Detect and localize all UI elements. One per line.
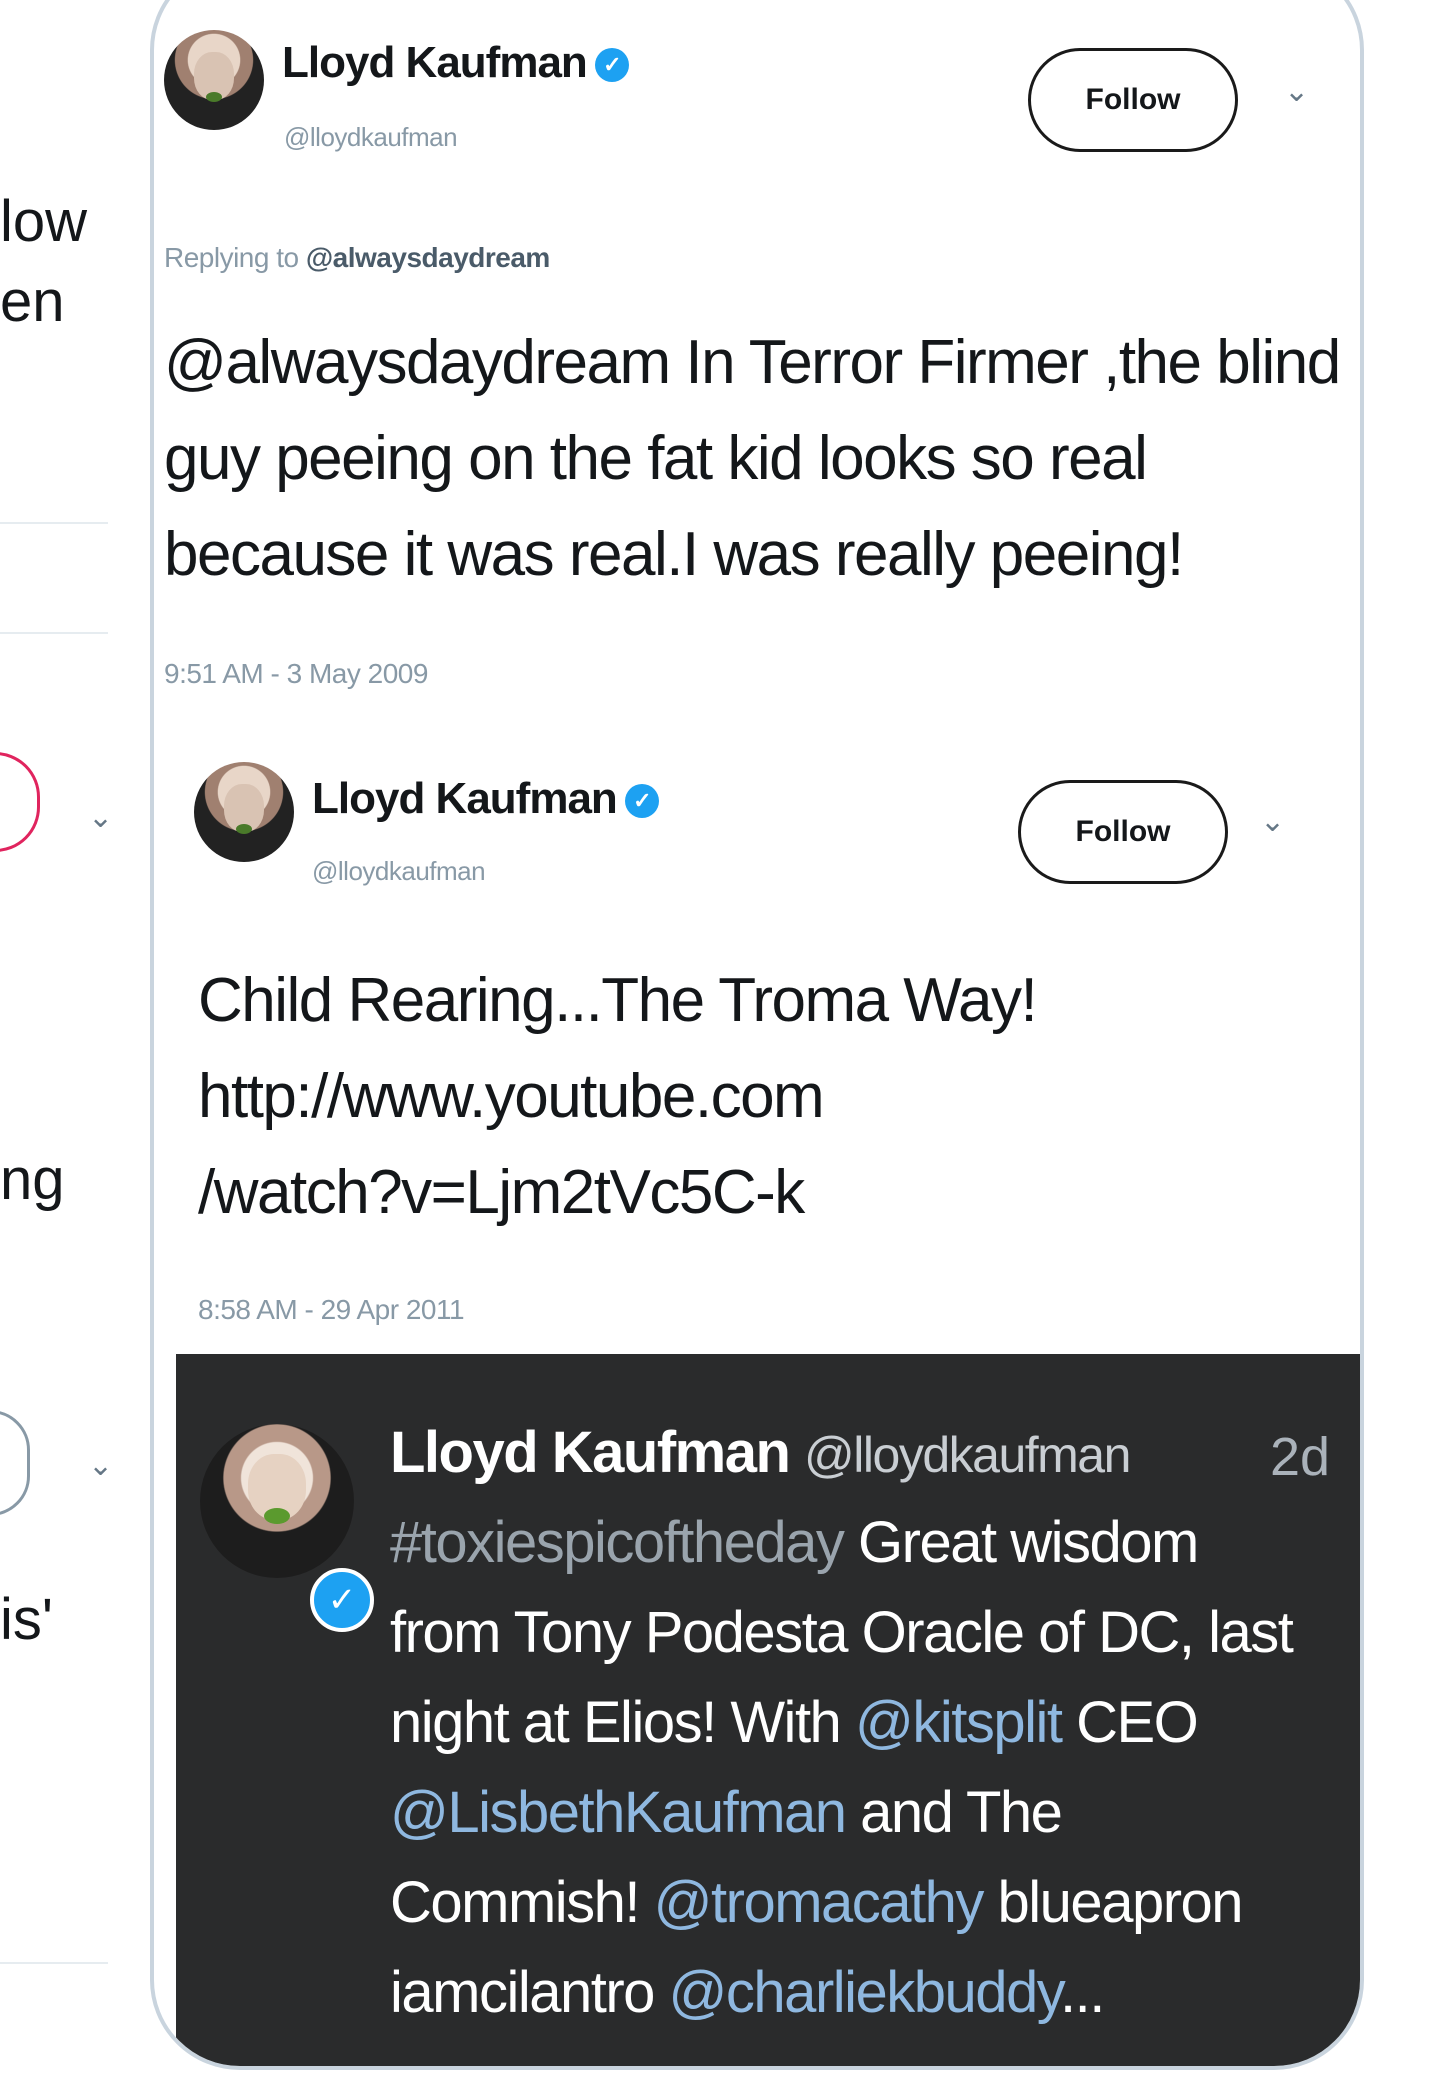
background-text-fragment: ng [0, 1147, 65, 1212]
replying-to-handle[interactable]: @alwaysdaydream [306, 242, 550, 273]
tweet-text-line: because it was real.I was really peeing! [164, 520, 1184, 589]
tweet-link[interactable]: http://www.youtube.com [198, 1060, 825, 1134]
following-button[interactable] [0, 752, 40, 852]
follow-button[interactable]: Follow [1028, 48, 1238, 152]
verified-badge-icon: ✓ [310, 1568, 374, 1632]
mention-link[interactable]: @tromacathy [654, 1870, 985, 1935]
tweet-timestamp[interactable]: 2d [1270, 1426, 1330, 1488]
tweet-text-line: guy peeing on the fat kid looks so real [164, 424, 1148, 493]
tweet-link[interactable]: /watch?v=Ljm2tVc5C-k [198, 1156, 805, 1230]
tweet-text-line: Commish! @tromacathy blueapron [390, 1870, 1244, 1935]
tweet-text-line: Child Rearing...The Troma Way! [198, 966, 1038, 1035]
tweet-author-name[interactable]: Lloyd Kaufman ✓ [312, 774, 659, 824]
chevron-down-icon[interactable]: ⌄ [1284, 74, 1309, 109]
mention-link[interactable]: @charliekbuddy [669, 1960, 1062, 2025]
tweet-timestamp[interactable]: 8:58 AM - 29 Apr 2011 [198, 1294, 465, 1326]
avatar[interactable] [200, 1424, 354, 1578]
tweet-text-line: iamcilantro @charliekbuddy... [390, 1960, 1105, 2025]
tweet-screenshot-card: Lloyd Kaufman ✓ @lloydkaufman Follow ⌄ Re… [150, 0, 1364, 2070]
chevron-down-icon[interactable]: ⌄ [88, 800, 113, 835]
replying-to-label: Replying to @alwaysdaydream [164, 242, 550, 273]
tweet-author-handle[interactable]: @lloydkaufman [312, 856, 486, 887]
tweet-text-line: @alwaysdaydream In Terror Firmer ,the bl… [164, 328, 1341, 397]
background-tweet-column: low en ⌄ ng ⌄ is' [0, 0, 160, 2093]
tweet-author-name[interactable]: Lloyd Kaufman [390, 1420, 791, 1485]
divider [0, 1962, 108, 1964]
mention-link[interactable]: @LisbethKaufman [390, 1780, 847, 1845]
background-text-fragment: en [0, 269, 65, 334]
chevron-down-icon[interactable]: ⌄ [88, 1448, 113, 1483]
tweet-text-line: from Tony Podesta Oracle of DC, last [390, 1600, 1294, 1665]
tweet-author-name[interactable]: Lloyd Kaufman ✓ [282, 38, 629, 88]
tweet-text-line: #toxiespicoftheday Great wisdom [390, 1510, 1199, 1575]
tweet-header: Lloyd Kaufman @lloydkaufman [390, 1418, 1131, 1490]
follow-button[interactable] [0, 1410, 30, 1516]
tweet-timestamp[interactable]: 9:51 AM - 3 May 2009 [164, 658, 428, 690]
divider [0, 522, 108, 524]
verified-badge-icon: ✓ [624, 784, 659, 819]
background-text-fragment: is' [0, 1587, 53, 1652]
background-text-fragment: low [0, 189, 88, 254]
tweet-text-line: night at Elios! With @kitsplit CEO [390, 1690, 1199, 1755]
tweet-author-handle[interactable]: @lloydkaufman [284, 122, 458, 153]
mention-link[interactable]: @kitsplit [855, 1690, 1063, 1755]
verified-badge-icon: ✓ [594, 48, 629, 83]
follow-button[interactable]: Follow [1018, 780, 1228, 884]
divider [0, 632, 108, 634]
hashtag-link[interactable]: #toxiespicoftheday [390, 1510, 845, 1575]
avatar[interactable] [194, 762, 294, 862]
tweet-text-line: @LisbethKaufman and The [390, 1780, 1063, 1845]
avatar[interactable] [164, 30, 264, 130]
chevron-down-icon[interactable]: ⌄ [1260, 804, 1285, 839]
tweet-author-handle[interactable]: @lloydkaufman [804, 1427, 1131, 1483]
